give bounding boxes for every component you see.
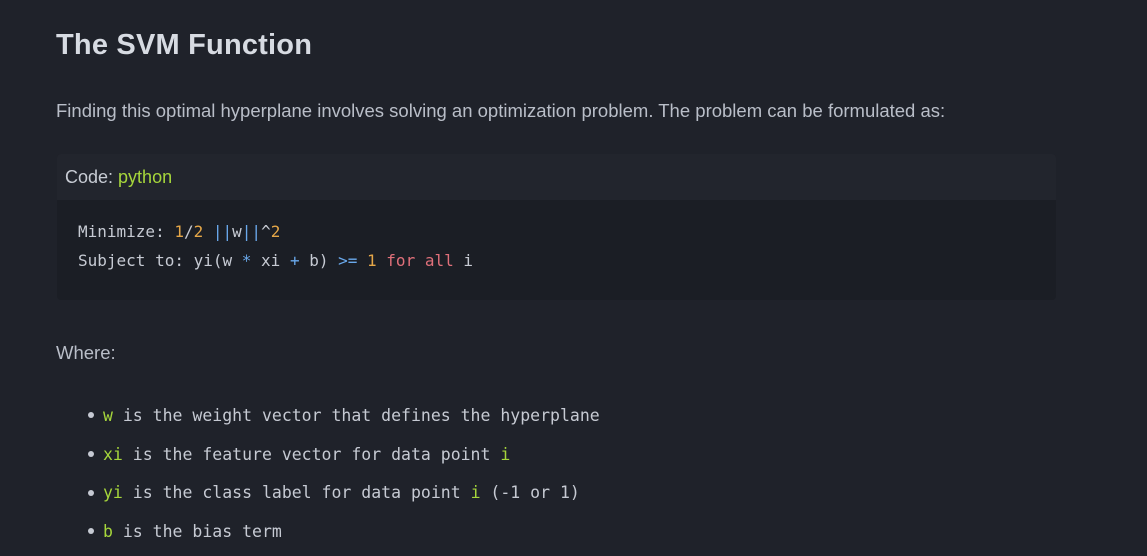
code-operator: || <box>241 222 262 241</box>
definition-text: (-1 or 1) <box>480 483 580 503</box>
section-heading: The SVM Function <box>56 29 313 61</box>
definition-term: w <box>103 405 113 425</box>
code-line: Minimize: 1/2 ||w||^2 <box>78 217 1056 246</box>
code-text: Subject to: yi(w <box>78 251 242 270</box>
list-item: w is the weight vector that defines the … <box>88 396 600 435</box>
definition-term: i <box>470 483 481 503</box>
definition-term: xi <box>103 444 123 464</box>
code-block-header: Code: python <box>57 154 1056 200</box>
code-number: 2 <box>193 222 204 241</box>
code-label: Code: <box>65 166 114 187</box>
code-text: / <box>183 222 194 241</box>
bullet-dot-icon <box>88 489 94 496</box>
list-item: b is the bias term <box>88 512 600 551</box>
bullet-dot-icon <box>88 528 94 535</box>
code-line: Subject to: yi(w * xi + b) >= 1 for all … <box>78 246 1056 275</box>
bullet-dot-icon <box>88 451 94 458</box>
definition-term: yi <box>103 483 123 503</box>
code-operator: >= <box>338 251 358 270</box>
definition-text: is the weight vector that defines the hy… <box>112 405 600 425</box>
list-item: yi is the class label for data point i (… <box>88 473 600 512</box>
definition-text: is the class label for data point <box>122 483 471 503</box>
code-text: b) <box>299 251 339 270</box>
bullet-dot-icon <box>88 412 94 419</box>
code-number: 2 <box>270 222 281 241</box>
code-text: i <box>453 251 474 270</box>
code-text: xi <box>251 251 290 270</box>
article: The SVM Function Finding this optimal hy… <box>0 0 1147 556</box>
definition-term: i <box>500 444 511 464</box>
code-operator: * <box>241 251 252 270</box>
code-block: Code: python Minimize: 1/2 ||w||^2 Subject… <box>57 154 1056 300</box>
code-keyword: for <box>386 251 416 270</box>
code-operator: + <box>289 251 300 270</box>
code-text: Minimize: <box>78 222 175 241</box>
intro-paragraph: Finding this optimal hyperplane involves… <box>56 100 946 121</box>
code-number: 1 <box>174 222 184 241</box>
code-text: w <box>232 222 242 241</box>
code-number: 1 <box>367 251 377 270</box>
list-item: xi is the feature vector for data point … <box>88 435 600 474</box>
code-body[interactable]: Minimize: 1/2 ||w||^2 Subject to: yi(w * … <box>57 200 1056 275</box>
code-language: python <box>118 166 173 187</box>
definition-text: is the feature vector for data point <box>122 444 501 464</box>
definition-term: b <box>103 521 113 541</box>
code-text: ^ <box>261 222 271 241</box>
definition-text: is the bias term <box>112 521 282 541</box>
code-operator: || <box>212 222 233 241</box>
definition-list: w is the weight vector that defines the … <box>88 396 600 551</box>
code-keyword: all <box>424 251 454 270</box>
where-label: Where: <box>56 342 116 363</box>
